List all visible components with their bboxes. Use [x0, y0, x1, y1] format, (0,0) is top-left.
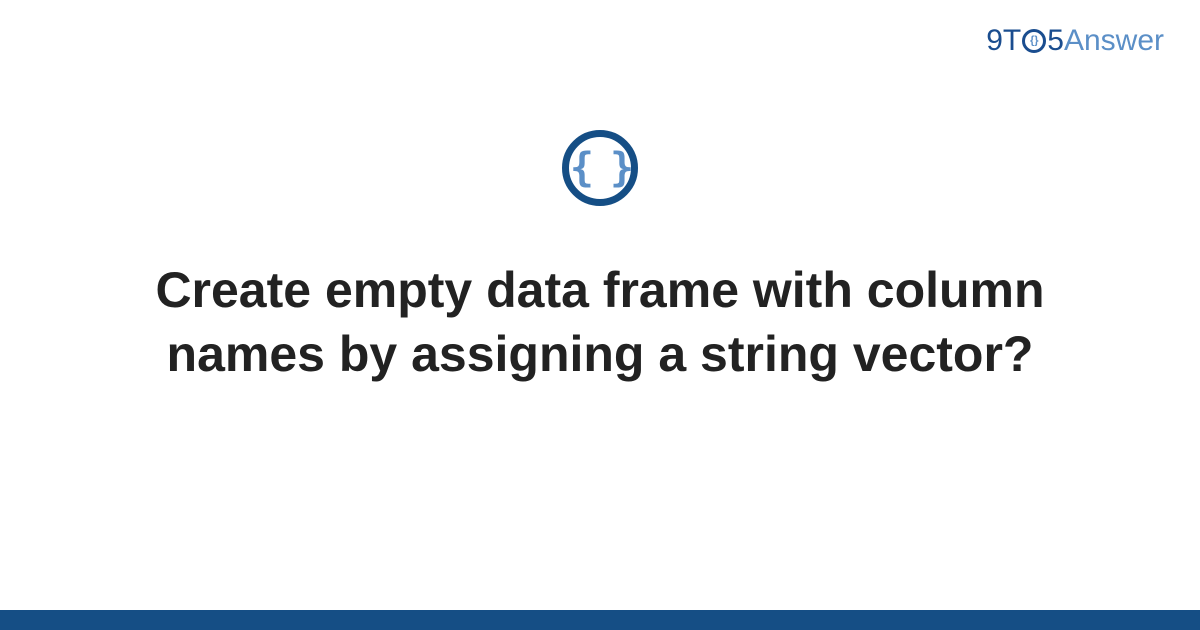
site-logo: 9T {} 5 Answer: [986, 24, 1164, 58]
code-braces-icon: { }: [562, 130, 638, 206]
logo-circle-outer: {}: [1022, 29, 1046, 53]
question-title: Create empty data frame with column name…: [120, 258, 1080, 386]
logo-text-9t: 9T: [986, 24, 1021, 58]
footer-accent-bar: [0, 610, 1200, 630]
logo-text-answer: Answer: [1064, 24, 1164, 58]
logo-circle-inner-braces: {}: [1030, 36, 1039, 47]
logo-circle-o: {}: [1021, 29, 1047, 53]
logo-text-5: 5: [1047, 24, 1064, 58]
braces-glyph: { }: [570, 148, 630, 188]
main-content: { } Create empty data frame with column …: [0, 130, 1200, 386]
